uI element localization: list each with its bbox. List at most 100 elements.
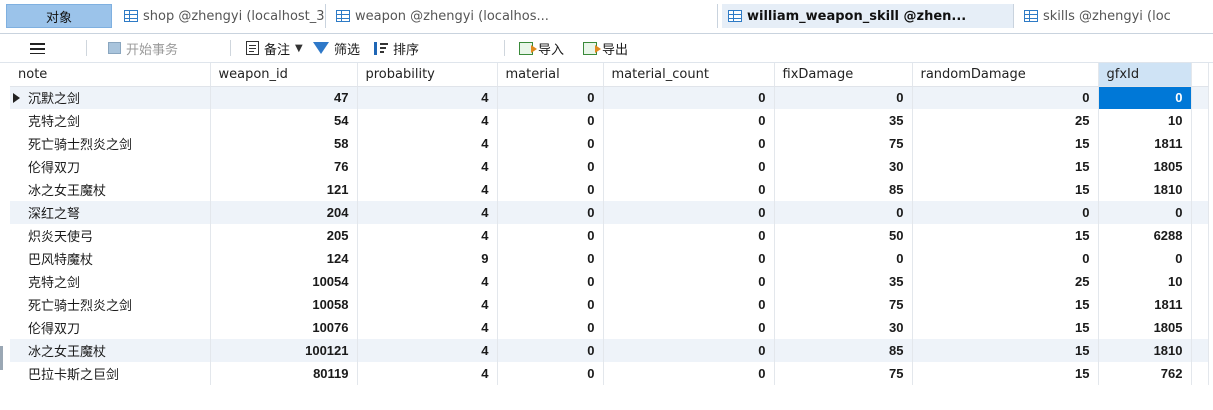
table-cell[interactable]: 4 (357, 316, 498, 339)
tab-weapon[interactable]: weapon @zhengyi (localhos... (330, 4, 718, 28)
table-cell[interactable]: 58 (210, 132, 358, 155)
table-cell[interactable]: 35 (774, 270, 913, 293)
table-cell[interactable]: 10058 (210, 293, 358, 316)
data-grid[interactable]: note weapon_id probability material mate… (0, 63, 1213, 385)
table-cell[interactable]: 0 (603, 86, 775, 109)
table-cell[interactable]: 0 (1098, 86, 1192, 109)
table-cell[interactable]: 1810 (1098, 178, 1192, 201)
table-cell[interactable]: 0 (497, 362, 604, 385)
table-cell[interactable]: 30 (774, 155, 913, 178)
table-row[interactable]: 伦得双刀 10076 4 0 0 30 15 1805 (10, 316, 1209, 339)
export-button[interactable]: 导出 (583, 38, 628, 58)
table-cell[interactable]: 35 (774, 109, 913, 132)
table-cell[interactable]: 0 (603, 224, 775, 247)
table-cell[interactable]: 0 (603, 362, 775, 385)
table-cell[interactable]: 死亡骑士烈炎之剑 (10, 132, 211, 155)
table-row[interactable]: 死亡骑士烈炎之剑 10058 4 0 0 75 15 1811 (10, 293, 1209, 316)
column-header-material-count[interactable]: material_count (603, 63, 775, 87)
tab-shop[interactable]: shop @zhengyi (localhost_3... (118, 4, 326, 28)
table-cell[interactable]: 0 (603, 201, 775, 224)
table-cell[interactable]: 50 (774, 224, 913, 247)
table-cell[interactable]: 25 (912, 109, 1099, 132)
table-row[interactable]: 冰之女王魔杖 121 4 0 0 85 15 1810 (10, 178, 1209, 201)
table-cell[interactable]: 75 (774, 132, 913, 155)
table-row[interactable]: 冰之女王魔杖 100121 4 0 0 85 15 1810 (10, 339, 1209, 362)
table-cell[interactable]: 冰之女王魔杖 (10, 339, 211, 362)
table-cell[interactable]: 4 (357, 155, 498, 178)
column-header-probability[interactable]: probability (357, 63, 498, 87)
table-cell[interactable]: 1811 (1098, 132, 1192, 155)
tab-skills[interactable]: skills @zhengyi (loc (1018, 4, 1213, 28)
table-cell[interactable]: 0 (497, 224, 604, 247)
table-cell[interactable]: 75 (774, 293, 913, 316)
table-cell[interactable]: 0 (497, 201, 604, 224)
column-header-random-damage[interactable]: randomDamage (912, 63, 1099, 87)
column-header-material[interactable]: material (497, 63, 604, 87)
table-cell[interactable]: 4 (357, 132, 498, 155)
table-cell[interactable]: 205 (210, 224, 358, 247)
table-cell[interactable]: 巴风特魔杖 (10, 247, 211, 270)
memo-button[interactable]: 备注 ▼ (246, 38, 303, 58)
table-cell[interactable]: 冰之女王魔杖 (10, 178, 211, 201)
table-cell[interactable]: 炽炎天使弓 (10, 224, 211, 247)
table-cell[interactable]: 深红之弩 (10, 201, 211, 224)
table-cell[interactable]: 0 (497, 155, 604, 178)
column-header-fix-damage[interactable]: fixDamage (774, 63, 913, 87)
table-cell[interactable]: 6288 (1098, 224, 1192, 247)
table-cell[interactable]: 15 (912, 293, 1099, 316)
table-cell[interactable]: 4 (357, 178, 498, 201)
table-row[interactable]: 克特之剑 54 4 0 0 35 25 10 (10, 109, 1209, 132)
table-cell[interactable]: 1805 (1098, 316, 1192, 339)
table-cell[interactable]: 85 (774, 339, 913, 362)
table-cell[interactable]: 15 (912, 339, 1099, 362)
table-cell[interactable]: 0 (603, 293, 775, 316)
table-cell[interactable]: 0 (603, 132, 775, 155)
table-cell[interactable]: 124 (210, 247, 358, 270)
table-cell[interactable]: 巴拉卡斯之巨剑 (10, 362, 211, 385)
table-cell[interactable]: 9 (357, 247, 498, 270)
table-cell[interactable]: 10 (1098, 109, 1192, 132)
table-cell[interactable]: 0 (497, 316, 604, 339)
table-row[interactable]: 巴拉卡斯之巨剑 80119 4 0 0 75 15 762 (10, 362, 1209, 385)
column-header-note[interactable]: note (10, 63, 211, 87)
table-cell[interactable]: 121 (210, 178, 358, 201)
table-cell[interactable]: 0 (1098, 201, 1192, 224)
table-cell[interactable]: 4 (357, 86, 498, 109)
table-cell[interactable]: 15 (912, 224, 1099, 247)
table-cell[interactable]: 1810 (1098, 339, 1192, 362)
table-cell[interactable]: 76 (210, 155, 358, 178)
table-cell[interactable]: 4 (357, 270, 498, 293)
table-cell[interactable]: 沉默之剑 (10, 86, 211, 109)
tab-objects[interactable]: 对象 (6, 4, 112, 28)
table-cell[interactable]: 0 (603, 178, 775, 201)
table-cell[interactable]: 15 (912, 132, 1099, 155)
table-cell[interactable]: 0 (774, 86, 913, 109)
table-cell[interactable]: 85 (774, 178, 913, 201)
table-row[interactable]: 沉默之剑 47 4 0 0 0 0 0 (10, 86, 1209, 109)
table-cell[interactable]: 0 (603, 339, 775, 362)
table-cell[interactable]: 克特之剑 (10, 270, 211, 293)
table-cell[interactable]: 4 (357, 201, 498, 224)
table-row[interactable]: 巴风特魔杖 124 9 0 0 0 0 0 (10, 247, 1209, 270)
table-row[interactable]: 克特之剑 10054 4 0 0 35 25 10 (10, 270, 1209, 293)
table-cell[interactable]: 0 (497, 132, 604, 155)
table-cell[interactable]: 0 (603, 109, 775, 132)
table-cell[interactable]: 4 (357, 293, 498, 316)
table-cell[interactable]: 15 (912, 155, 1099, 178)
begin-transaction-button[interactable]: 开始事务 (108, 38, 178, 58)
table-cell[interactable]: 0 (497, 178, 604, 201)
table-cell[interactable]: 0 (912, 201, 1099, 224)
table-cell[interactable]: 10054 (210, 270, 358, 293)
table-cell[interactable]: 15 (912, 178, 1099, 201)
table-row[interactable]: 深红之弩 204 4 0 0 0 0 0 (10, 201, 1209, 224)
table-cell[interactable]: 10 (1098, 270, 1192, 293)
import-button[interactable]: 导入 (519, 38, 564, 58)
filter-button[interactable]: 筛选 (313, 38, 360, 58)
table-cell[interactable]: 4 (357, 224, 498, 247)
table-cell[interactable]: 0 (912, 86, 1099, 109)
table-cell[interactable]: 0 (497, 293, 604, 316)
table-cell[interactable]: 克特之剑 (10, 109, 211, 132)
table-cell[interactable]: 80119 (210, 362, 358, 385)
table-cell[interactable]: 47 (210, 86, 358, 109)
table-cell[interactable]: 0 (497, 247, 604, 270)
